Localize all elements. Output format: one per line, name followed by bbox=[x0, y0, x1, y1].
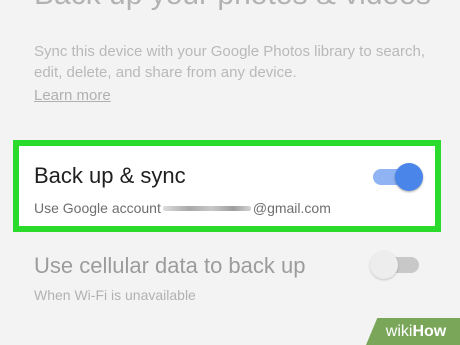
redacted-email bbox=[162, 205, 251, 211]
watermark-suffix: How bbox=[412, 323, 447, 340]
toggle-thumb bbox=[395, 163, 423, 191]
cellular-data-subtitle: When Wi-Fi is unavailable bbox=[34, 287, 196, 303]
backup-sync-title: Back up & sync bbox=[34, 163, 186, 188]
account-suffix: @gmail.com bbox=[252, 200, 331, 216]
cellular-data-toggle[interactable] bbox=[370, 250, 424, 280]
watermark-prefix: wiki bbox=[385, 323, 413, 340]
page-title: Back up your photos & videos bbox=[34, 0, 431, 12]
cellular-data-title: Use cellular data to back up bbox=[34, 253, 306, 278]
backup-sync-toggle[interactable] bbox=[370, 162, 424, 192]
learn-more-link[interactable]: Learn more bbox=[34, 87, 111, 104]
backup-account-row: Use Google account @gmail.com bbox=[34, 200, 331, 216]
account-prefix: Use Google account bbox=[34, 200, 161, 216]
backup-description: Sync this device with your Google Photos… bbox=[34, 43, 426, 81]
wikihow-watermark: wikiHow bbox=[366, 318, 460, 345]
toggle-thumb bbox=[370, 251, 398, 279]
